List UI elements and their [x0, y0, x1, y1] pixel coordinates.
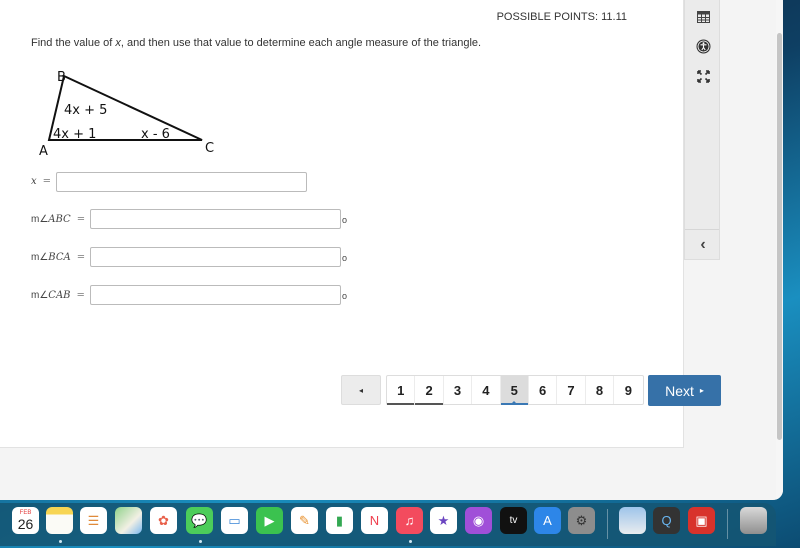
keynote-app-icon[interactable]: ▭ [221, 507, 248, 534]
angle-b-label: 4x + 5 [64, 103, 107, 118]
running-indicator [59, 540, 62, 543]
podcasts-app-icon[interactable]: ◉ [465, 507, 492, 534]
notes-app-icon[interactable] [46, 507, 73, 534]
vertex-b: B [57, 70, 66, 85]
angle-c-label: x - 6 [141, 127, 170, 142]
previous-page-button[interactable]: ◂ [341, 375, 381, 405]
page-7-button[interactable]: 7 [557, 376, 586, 404]
calendar-button[interactable] [685, 3, 721, 29]
reminders-app-icon[interactable]: ☰ [80, 507, 107, 534]
page-2-button[interactable]: 2 [415, 376, 444, 405]
answer-label: m∠ABC [31, 214, 71, 225]
page-9-button[interactable]: 9 [614, 376, 642, 404]
next-arrow-icon: ▸ [699, 386, 704, 395]
page-list: 123456789 [386, 375, 644, 405]
prompt-text-rest: , and then use that value to determine e… [120, 37, 482, 49]
possible-points: POSSIBLE POINTS: 11.11 [496, 11, 627, 23]
page-5-button[interactable]: 5 [500, 376, 529, 405]
next-label: Next [665, 382, 694, 399]
calendar-icon [696, 10, 710, 23]
calendar-day: 26 [17, 515, 34, 532]
question-prompt: Find the value of x, and then use that v… [31, 37, 481, 49]
degree-symbol: o [342, 291, 348, 301]
triangle-figure: B A C 4x + 5 4x + 1 x - 6 [39, 70, 214, 159]
answer-row-abc: m∠ABC = [31, 214, 91, 225]
trash-icon[interactable] [740, 507, 767, 534]
messages-app-icon[interactable]: 💬 [186, 507, 213, 534]
equals-sign: = [76, 214, 86, 225]
music-app-icon[interactable]: ♫ [396, 507, 423, 534]
answer-row-x: x = [31, 176, 57, 187]
answer-label: m∠CAB [31, 290, 71, 301]
angle-cab-input[interactable] [90, 285, 341, 305]
vertex-c: C [205, 141, 214, 156]
photo-booth-app-icon[interactable]: ▣ [688, 507, 715, 534]
chevron-left-icon: ‹ [700, 236, 706, 253]
answer-label: m∠BCA [31, 252, 71, 263]
angle-abc-input[interactable] [90, 209, 341, 229]
tv-app-icon[interactable]: tv [500, 507, 527, 534]
answer-label: x [31, 176, 37, 187]
tool-sidebar: ‹ [684, 0, 720, 260]
question-panel: POSSIBLE POINTS: 11.11 Find the value of… [0, 0, 721, 448]
preview-app-icon[interactable] [619, 507, 646, 534]
equals-sign: = [76, 252, 86, 263]
imovie-app-icon[interactable]: ★ [430, 507, 457, 534]
facetime-app-icon[interactable]: ▶ [256, 507, 283, 534]
numbers-app-icon[interactable]: ▮ [326, 507, 353, 534]
equals-sign: = [76, 290, 85, 301]
page-6-button[interactable]: 6 [529, 376, 558, 404]
collapse-sidebar-button[interactable]: ‹ [685, 232, 721, 258]
angle-a-label: 4x + 1 [53, 127, 96, 142]
system-preferences-app-icon[interactable]: ⚙ [568, 507, 595, 534]
running-indicator [409, 540, 412, 543]
fullscreen-icon [696, 69, 710, 83]
page-3-button[interactable]: 3 [444, 376, 473, 404]
accessibility-button[interactable] [685, 33, 721, 59]
tv-label: tv [509, 515, 518, 526]
page-1-button[interactable]: 1 [387, 376, 416, 405]
angle-bca-input[interactable] [90, 247, 341, 267]
degree-symbol: o [342, 215, 348, 225]
scrollbar-thumb[interactable] [777, 33, 782, 440]
answer-row-cab: m∠CAB = [31, 290, 91, 301]
maps-app-icon[interactable] [115, 507, 142, 534]
fullscreen-button[interactable] [685, 63, 721, 89]
dock-separator [607, 509, 608, 539]
page-8-button[interactable]: 8 [586, 376, 615, 404]
pages-app-icon[interactable]: ✎ [291, 507, 318, 534]
accessibility-icon [696, 39, 710, 53]
app-store-app-icon[interactable]: A [534, 507, 561, 534]
x-input[interactable] [56, 172, 307, 192]
next-button[interactable]: Next ▸ [648, 375, 721, 406]
photos-app-icon[interactable]: ✿ [150, 507, 177, 534]
news-app-icon[interactable]: N [361, 507, 388, 534]
calendar-app-icon[interactable]: FEB 26 [12, 507, 39, 534]
page-4-button[interactable]: 4 [472, 376, 501, 404]
degree-symbol: o [342, 253, 348, 263]
running-indicator [199, 540, 202, 543]
quicktime-app-icon[interactable]: Q [653, 507, 680, 534]
dock-separator [727, 509, 728, 539]
browser-window: POSSIBLE POINTS: 11.11 Find the value of… [0, 0, 783, 500]
equals-sign: = [42, 176, 52, 187]
sidebar-divider [685, 229, 719, 230]
answer-row-bca: m∠BCA = [31, 252, 91, 263]
vertex-a: A [39, 144, 48, 159]
prompt-text: Find the value of [31, 37, 116, 49]
